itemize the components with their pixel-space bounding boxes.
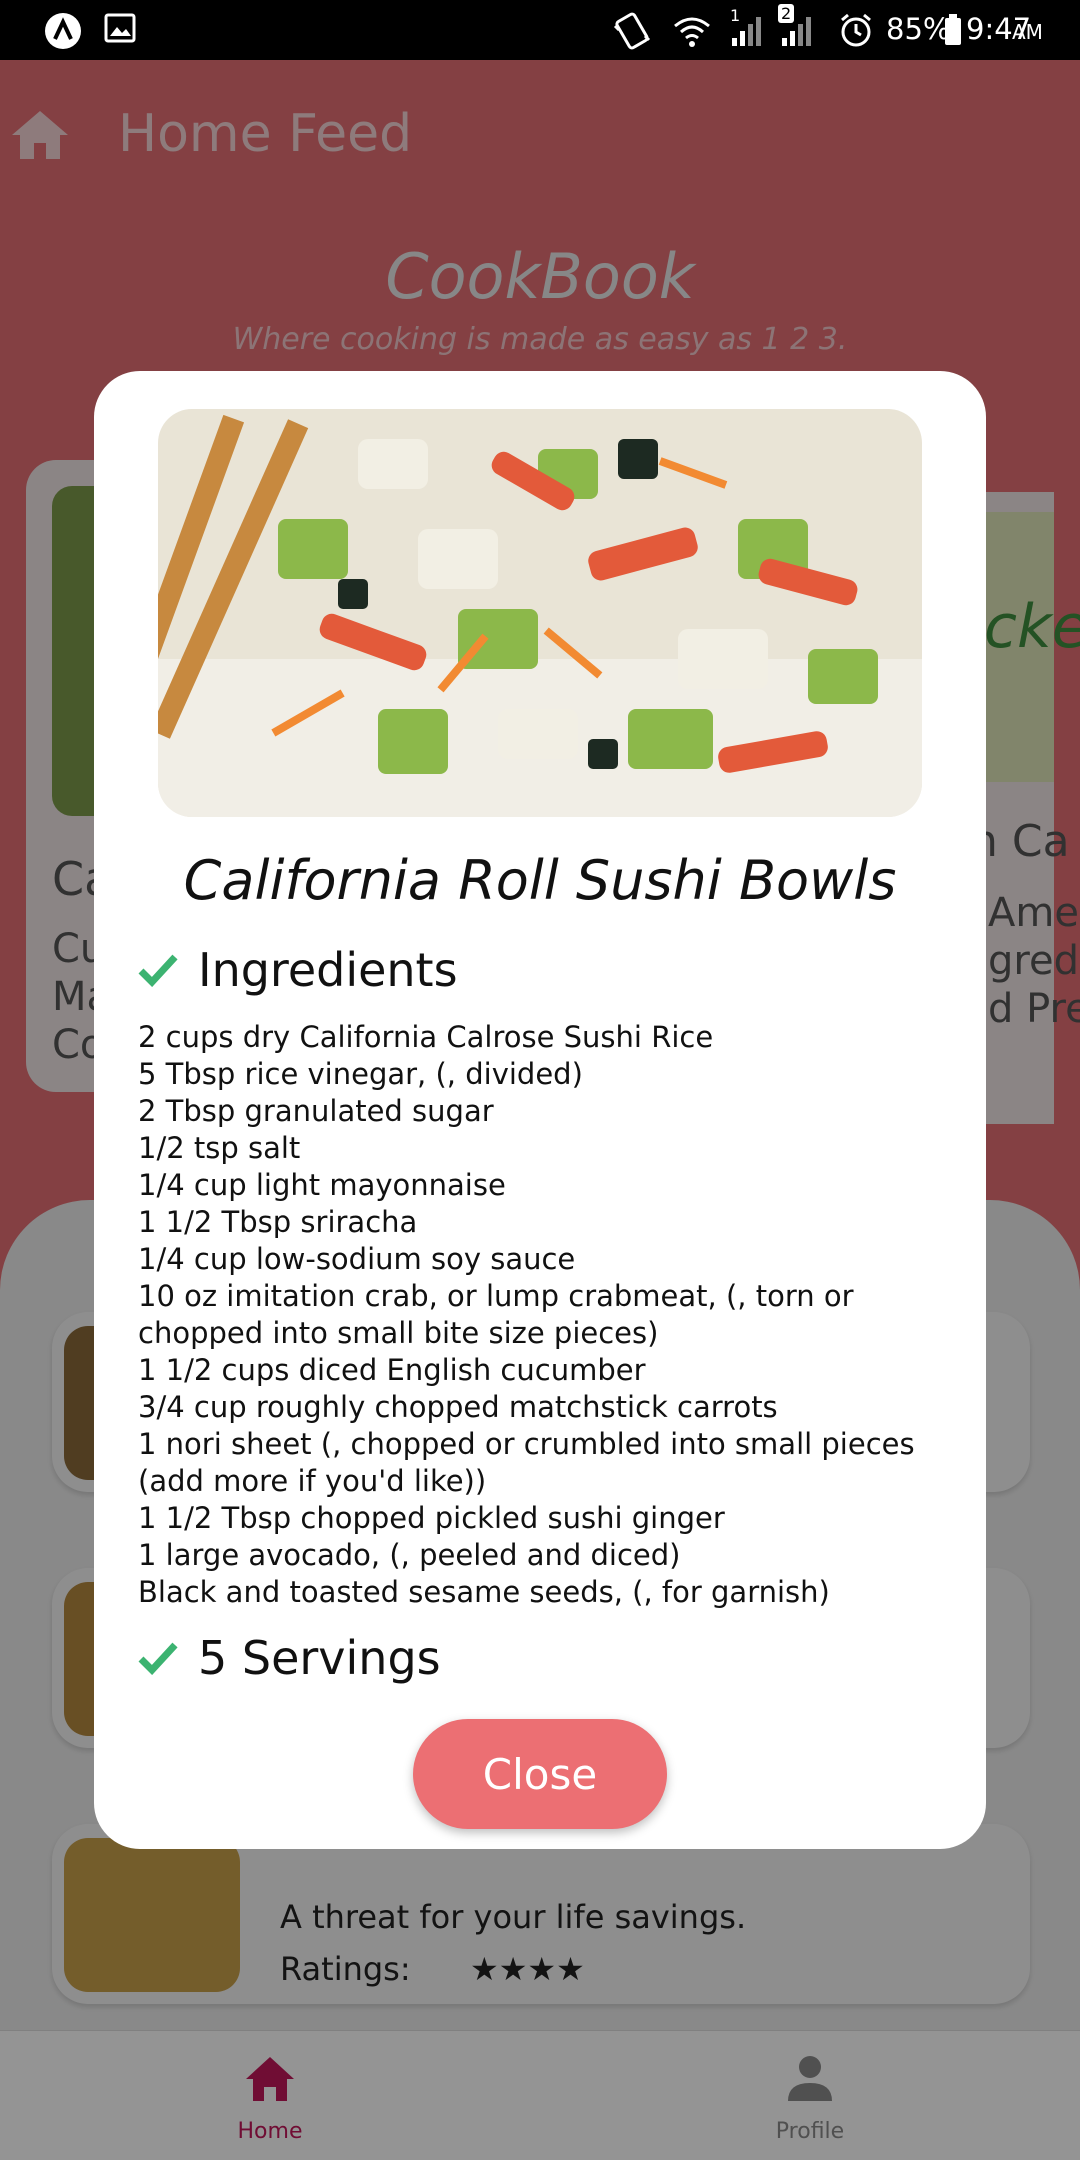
ingredient-item: 3/4 cup roughly chopped matchstick carro… (138, 1390, 778, 1424)
ingredients-heading-text: Ingredients (198, 943, 458, 997)
clock-ampm: AM (1012, 20, 1043, 44)
servings-text: 5 Servings (198, 1631, 441, 1685)
ingredient-item: 1 1/2 cups diced English cucumber (138, 1353, 646, 1387)
recipe-detail-dialog: California Roll Sushi Bowls Ingredients … (94, 371, 986, 1849)
ingredient-item: 2 cups dry California Calrose Sushi Rice (138, 1020, 714, 1054)
check-icon (138, 953, 178, 991)
ingredient-item: 2 Tbsp granulated sugar (138, 1094, 494, 1128)
ingredient-item: 5 Tbsp rice vinegar, (, divided) (138, 1057, 583, 1091)
recipe-title: California Roll Sushi Bowls (183, 849, 897, 912)
ingredient-item: Black and toasted sesame seeds, (, for g… (138, 1575, 830, 1609)
close-button[interactable]: Close (413, 1719, 667, 1829)
battery-percent: 85% (886, 12, 951, 46)
ingredients-list: 2 cups dry California Calrose Sushi Rice… (138, 1019, 948, 1611)
app-notification-icon (44, 12, 82, 54)
recipe-photo (158, 409, 922, 817)
ingredient-item: 1 nori sheet (, chopped or crumbled into… (138, 1427, 915, 1498)
ingredient-item: 1/2 tsp salt (138, 1131, 301, 1165)
ingredient-item: 1/4 cup light mayonnaise (138, 1168, 506, 1202)
gallery-notification-icon (104, 12, 136, 48)
wifi-icon (672, 12, 712, 54)
sim1-label: 1 (730, 6, 741, 25)
battery-icon (944, 14, 962, 50)
ingredient-item: 1 large avocado, (, peeled and diced) (138, 1538, 681, 1572)
ingredient-item: 1/4 cup low-sodium soy sauce (138, 1242, 576, 1276)
alarm-icon (838, 12, 874, 52)
vibrate-icon (612, 12, 652, 54)
ingredient-item: 10 oz imitation crab, or lump crabmeat, … (138, 1279, 854, 1350)
ingredient-item: 1 1/2 Tbsp sriracha (138, 1205, 418, 1239)
ingredient-item: 1 1/2 Tbsp chopped pickled sushi ginger (138, 1501, 725, 1535)
status-bar: 1 2 85% 9:47 AM (0, 0, 1080, 60)
check-icon (138, 1641, 178, 1679)
sim2-badge: 2 (778, 4, 795, 23)
